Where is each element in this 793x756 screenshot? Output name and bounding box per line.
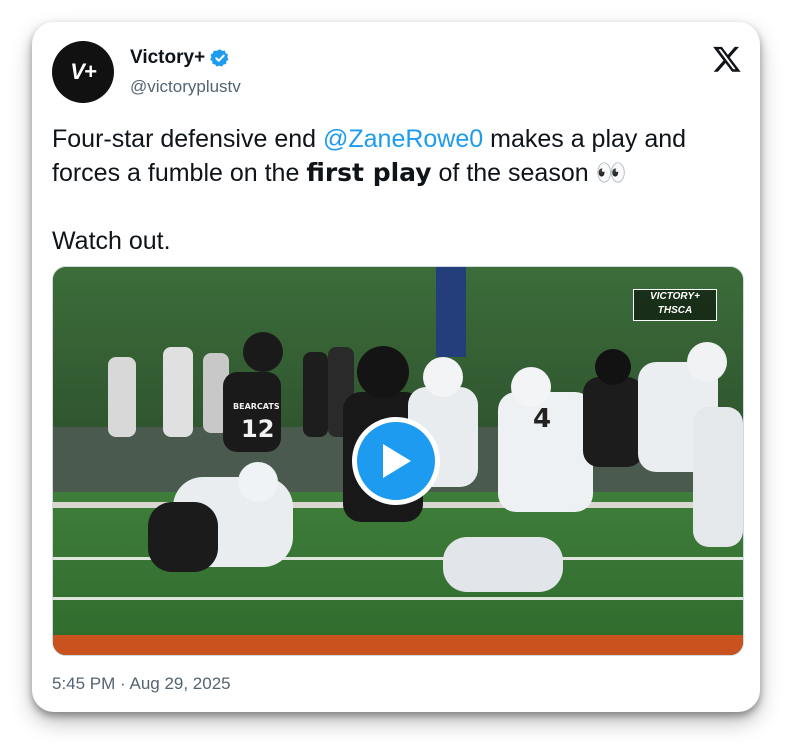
author-name-row[interactable]: Victory+ <box>130 47 230 69</box>
tweet-body: Four-star defensive end @ZaneRowe0 makes… <box>52 122 742 190</box>
watermark-line2: THSCA <box>657 305 693 316</box>
tweet-timestamp[interactable]: 5:45 PM · Aug 29, 2025 <box>52 674 231 694</box>
jersey-text: BEARCATS <box>233 402 280 411</box>
jersey-number: 12 <box>241 415 274 443</box>
tweet-text-part3: of the season 👀 <box>431 159 627 187</box>
avatar[interactable]: V+ <box>52 41 114 103</box>
video-player[interactable]: BEARCATS 12 4 VICTORY+ THSCA <box>52 266 744 656</box>
display-name[interactable]: Victory+ <box>130 47 205 69</box>
tweet-card: V+ Victory+ @victoryplustv Four-star def… <box>32 22 760 712</box>
tweet-line2: Watch out. <box>52 227 171 255</box>
play-icon <box>383 444 411 478</box>
video-watermark: VICTORY+ THSCA <box>633 289 717 321</box>
verified-badge-icon <box>210 49 229 67</box>
tweet-bold-text: first play <box>306 158 432 187</box>
avatar-logo: V+ <box>70 59 97 84</box>
x-logo-icon[interactable] <box>712 44 742 74</box>
tweet-text-part1: Four-star defensive end <box>52 125 323 153</box>
tweet-text: Four-star defensive end @ZaneRowe0 makes… <box>52 122 742 258</box>
author-handle[interactable]: @victoryplustv <box>130 77 241 97</box>
watermark-line1: VICTORY+ <box>650 291 700 302</box>
play-button[interactable] <box>352 417 440 505</box>
opponent-number: 4 <box>533 404 551 434</box>
mention-link[interactable]: @ZaneRowe0 <box>323 125 483 153</box>
